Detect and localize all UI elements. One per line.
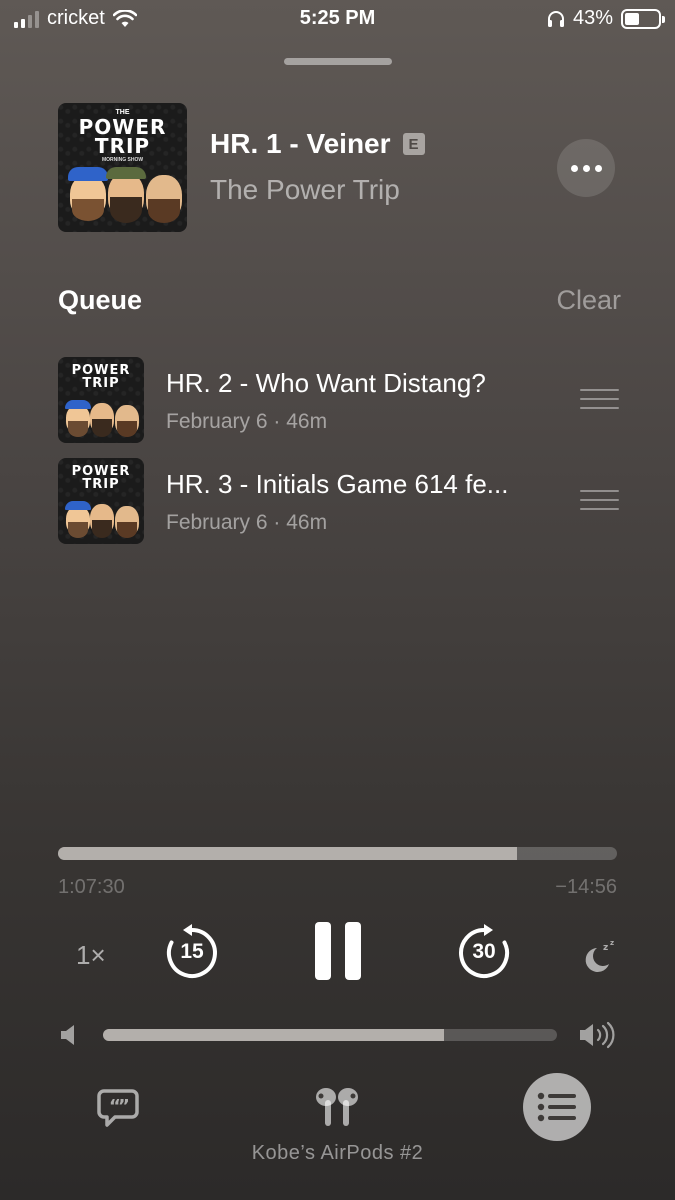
sheet-grabber[interactable] bbox=[284, 58, 392, 65]
queue-item[interactable]: POWER TRIP HR. 3 - Initials Game 614 fe.… bbox=[0, 456, 675, 548]
reorder-handle-icon[interactable] bbox=[580, 389, 619, 409]
queue-item[interactable]: POWER TRIP HR. 2 - Who Want Distang? Feb… bbox=[0, 355, 675, 447]
volume-high-icon bbox=[580, 1021, 615, 1049]
queue-item-title: HR. 3 - Initials Game 614 fe... bbox=[166, 469, 509, 499]
output-device-label: Kobe’s AirPods #2 bbox=[251, 1142, 424, 1164]
show-name[interactable]: The Power Trip bbox=[210, 174, 400, 206]
playback-speed-button[interactable]: 1× bbox=[76, 940, 106, 971]
airplay-route-button[interactable] bbox=[312, 1086, 362, 1128]
svg-text:”: ” bbox=[118, 1096, 130, 1117]
episode-title: HR. 1 - Veiner E bbox=[210, 128, 425, 160]
skip-forward-30-button[interactable]: 30 bbox=[455, 924, 513, 982]
explicit-badge: E bbox=[402, 133, 425, 155]
playback-scrubber[interactable] bbox=[58, 847, 617, 860]
queue-item-artwork: POWER TRIP bbox=[58, 458, 144, 544]
episode-title-text: HR. 1 - Veiner bbox=[210, 128, 391, 159]
scrubber-progress bbox=[58, 847, 518, 860]
clear-queue-button[interactable]: Clear bbox=[556, 285, 621, 316]
pause-button[interactable] bbox=[315, 922, 361, 980]
reorder-handle-icon[interactable] bbox=[580, 490, 619, 510]
volume-level bbox=[103, 1029, 444, 1041]
volume-slider[interactable] bbox=[103, 1029, 557, 1041]
elapsed-time: 1:07:30 bbox=[58, 876, 125, 898]
queue-toggle-button[interactable] bbox=[523, 1073, 591, 1141]
pause-icon bbox=[315, 922, 331, 980]
battery-percent: 43% bbox=[572, 7, 613, 29]
queue-item-meta: February 6 · 46m bbox=[166, 410, 328, 433]
now-playing-artwork: THE POWER TRIP MORNING SHOW bbox=[58, 103, 187, 232]
skip-back-15-button[interactable]: 15 bbox=[163, 924, 221, 982]
airpods-icon bbox=[316, 1088, 358, 1126]
moon-zzz-icon: z z bbox=[585, 939, 614, 972]
queue-item-meta: February 6 · 46m bbox=[166, 511, 328, 534]
quote-bubble-icon: “ ” bbox=[97, 1089, 139, 1127]
headphones-icon bbox=[547, 10, 564, 27]
skip-back-seconds: 15 bbox=[180, 940, 204, 963]
more-options-button[interactable] bbox=[557, 139, 615, 197]
skip-forward-seconds: 30 bbox=[472, 940, 496, 963]
volume-low-icon bbox=[61, 1025, 74, 1045]
svg-text:z: z bbox=[603, 943, 608, 953]
queue-item-title: HR. 2 - Who Want Distang? bbox=[166, 368, 486, 398]
remaining-time: −14:56 bbox=[555, 876, 617, 898]
svg-text:z: z bbox=[610, 939, 614, 947]
queue-item-artwork: POWER TRIP bbox=[58, 357, 144, 443]
transcript-button[interactable]: “ ” bbox=[97, 1088, 139, 1128]
sleep-timer-button[interactable]: z z bbox=[583, 938, 619, 974]
list-icon bbox=[537, 1092, 576, 1122]
status-bar: cricket 5:25 PM 43% bbox=[0, 0, 675, 40]
battery-icon bbox=[621, 8, 665, 29]
ellipsis-icon bbox=[570, 164, 578, 172]
queue-heading: Queue bbox=[58, 285, 143, 315]
